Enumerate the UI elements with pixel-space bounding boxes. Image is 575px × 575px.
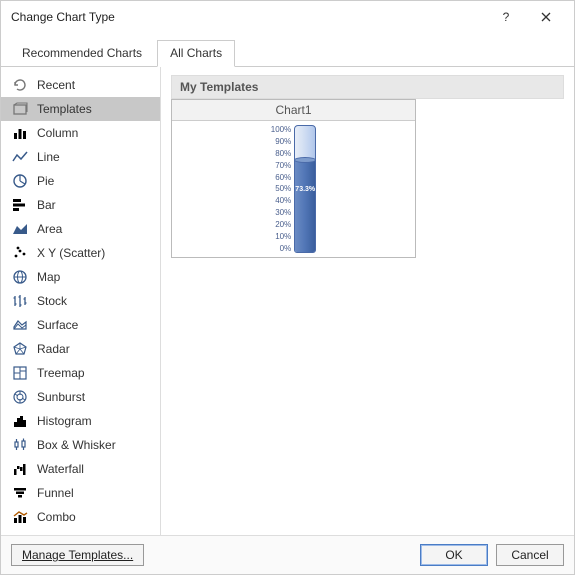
sidebar-item-label: Surface [37, 318, 78, 332]
sidebar-item-sunburst[interactable]: Sunburst [1, 385, 160, 409]
box-whisker-chart-icon [11, 436, 29, 454]
template-preview[interactable]: Chart1 100%90%80%70%60%50%40%30%20%10%0%… [171, 99, 416, 258]
combo-chart-icon [11, 508, 29, 526]
sidebar-item-label: Line [37, 150, 60, 164]
sidebar-item-recent[interactable]: Recent [1, 73, 160, 97]
sidebar-item-line[interactable]: Line [1, 145, 160, 169]
sidebar-item-radar[interactable]: Radar [1, 337, 160, 361]
dialog-body: Recent Templates Column Line [1, 67, 574, 535]
line-chart-icon [11, 148, 29, 166]
funnel-chart-icon [11, 484, 29, 502]
surface-chart-icon [11, 316, 29, 334]
chart-type-sidebar: Recent Templates Column Line [1, 67, 161, 535]
sidebar-item-scatter[interactable]: X Y (Scatter) [1, 241, 160, 265]
ok-button[interactable]: OK [420, 544, 488, 566]
sidebar-item-waterfall[interactable]: Waterfall [1, 457, 160, 481]
sidebar-item-label: Map [37, 270, 60, 284]
sidebar-item-label: Combo [37, 510, 76, 524]
sunburst-chart-icon [11, 388, 29, 406]
content-area: My Templates Chart1 100%90%80%70%60%50%4… [161, 67, 574, 535]
cancel-button[interactable]: Cancel [496, 544, 564, 566]
stock-chart-icon [11, 292, 29, 310]
window-title: Change Chart Type [11, 10, 486, 24]
sidebar-item-surface[interactable]: Surface [1, 313, 160, 337]
sidebar-item-area[interactable]: Area [1, 217, 160, 241]
sidebar-item-label: Treemap [37, 366, 85, 380]
change-chart-type-dialog: Change Chart Type ? Recommended Charts A… [0, 0, 575, 575]
chart-value-label: 73.3% [295, 186, 315, 193]
sidebar-item-label: X Y (Scatter) [37, 246, 105, 260]
sidebar-item-box-whisker[interactable]: Box & Whisker [1, 433, 160, 457]
sidebar-item-label: Recent [37, 78, 75, 92]
chart-cylinder: 73.3% [294, 125, 316, 253]
sidebar-item-label: Waterfall [37, 462, 84, 476]
template-preview-chart: 100%90%80%70%60%50%40%30%20%10%0% 73.3% [172, 121, 415, 257]
tab-all-charts[interactable]: All Charts [157, 40, 235, 67]
map-chart-icon [11, 268, 29, 286]
sidebar-item-label: Bar [37, 198, 56, 212]
sidebar-item-label: Sunburst [37, 390, 85, 404]
close-button[interactable] [526, 4, 566, 30]
sidebar-item-label: Radar [37, 342, 70, 356]
sidebar-item-map[interactable]: Map [1, 265, 160, 289]
sidebar-item-label: Area [37, 222, 62, 236]
chart-y-axis-labels: 100%90%80%70%60%50%40%30%20%10%0% [271, 125, 294, 253]
area-chart-icon [11, 220, 29, 238]
sidebar-item-stock[interactable]: Stock [1, 289, 160, 313]
sidebar-item-label: Box & Whisker [37, 438, 116, 452]
pie-chart-icon [11, 172, 29, 190]
recent-icon [11, 76, 29, 94]
scatter-chart-icon [11, 244, 29, 262]
histogram-chart-icon [11, 412, 29, 430]
sidebar-item-label: Pie [37, 174, 54, 188]
section-title-my-templates: My Templates [171, 75, 564, 99]
sidebar-item-combo[interactable]: Combo [1, 505, 160, 529]
tab-strip: Recommended Charts All Charts [1, 33, 574, 67]
sidebar-item-label: Stock [37, 294, 67, 308]
sidebar-item-funnel[interactable]: Funnel [1, 481, 160, 505]
dialog-footer: Manage Templates... OK Cancel [1, 535, 574, 574]
sidebar-item-column[interactable]: Column [1, 121, 160, 145]
tab-recommended-charts[interactable]: Recommended Charts [9, 40, 155, 66]
template-preview-title: Chart1 [172, 100, 415, 121]
sidebar-item-templates[interactable]: Templates [1, 97, 160, 121]
sidebar-item-pie[interactable]: Pie [1, 169, 160, 193]
treemap-chart-icon [11, 364, 29, 382]
templates-icon [11, 100, 29, 118]
sidebar-item-label: Templates [37, 102, 92, 116]
waterfall-chart-icon [11, 460, 29, 478]
sidebar-item-label: Histogram [37, 414, 92, 428]
bar-chart-icon [11, 196, 29, 214]
column-chart-icon [11, 124, 29, 142]
sidebar-item-histogram[interactable]: Histogram [1, 409, 160, 433]
help-button[interactable]: ? [486, 4, 526, 30]
radar-chart-icon [11, 340, 29, 358]
sidebar-item-label: Column [37, 126, 78, 140]
sidebar-item-label: Funnel [37, 486, 74, 500]
manage-templates-button[interactable]: Manage Templates... [11, 544, 144, 566]
sidebar-item-bar[interactable]: Bar [1, 193, 160, 217]
titlebar: Change Chart Type ? [1, 1, 574, 33]
sidebar-item-treemap[interactable]: Treemap [1, 361, 160, 385]
